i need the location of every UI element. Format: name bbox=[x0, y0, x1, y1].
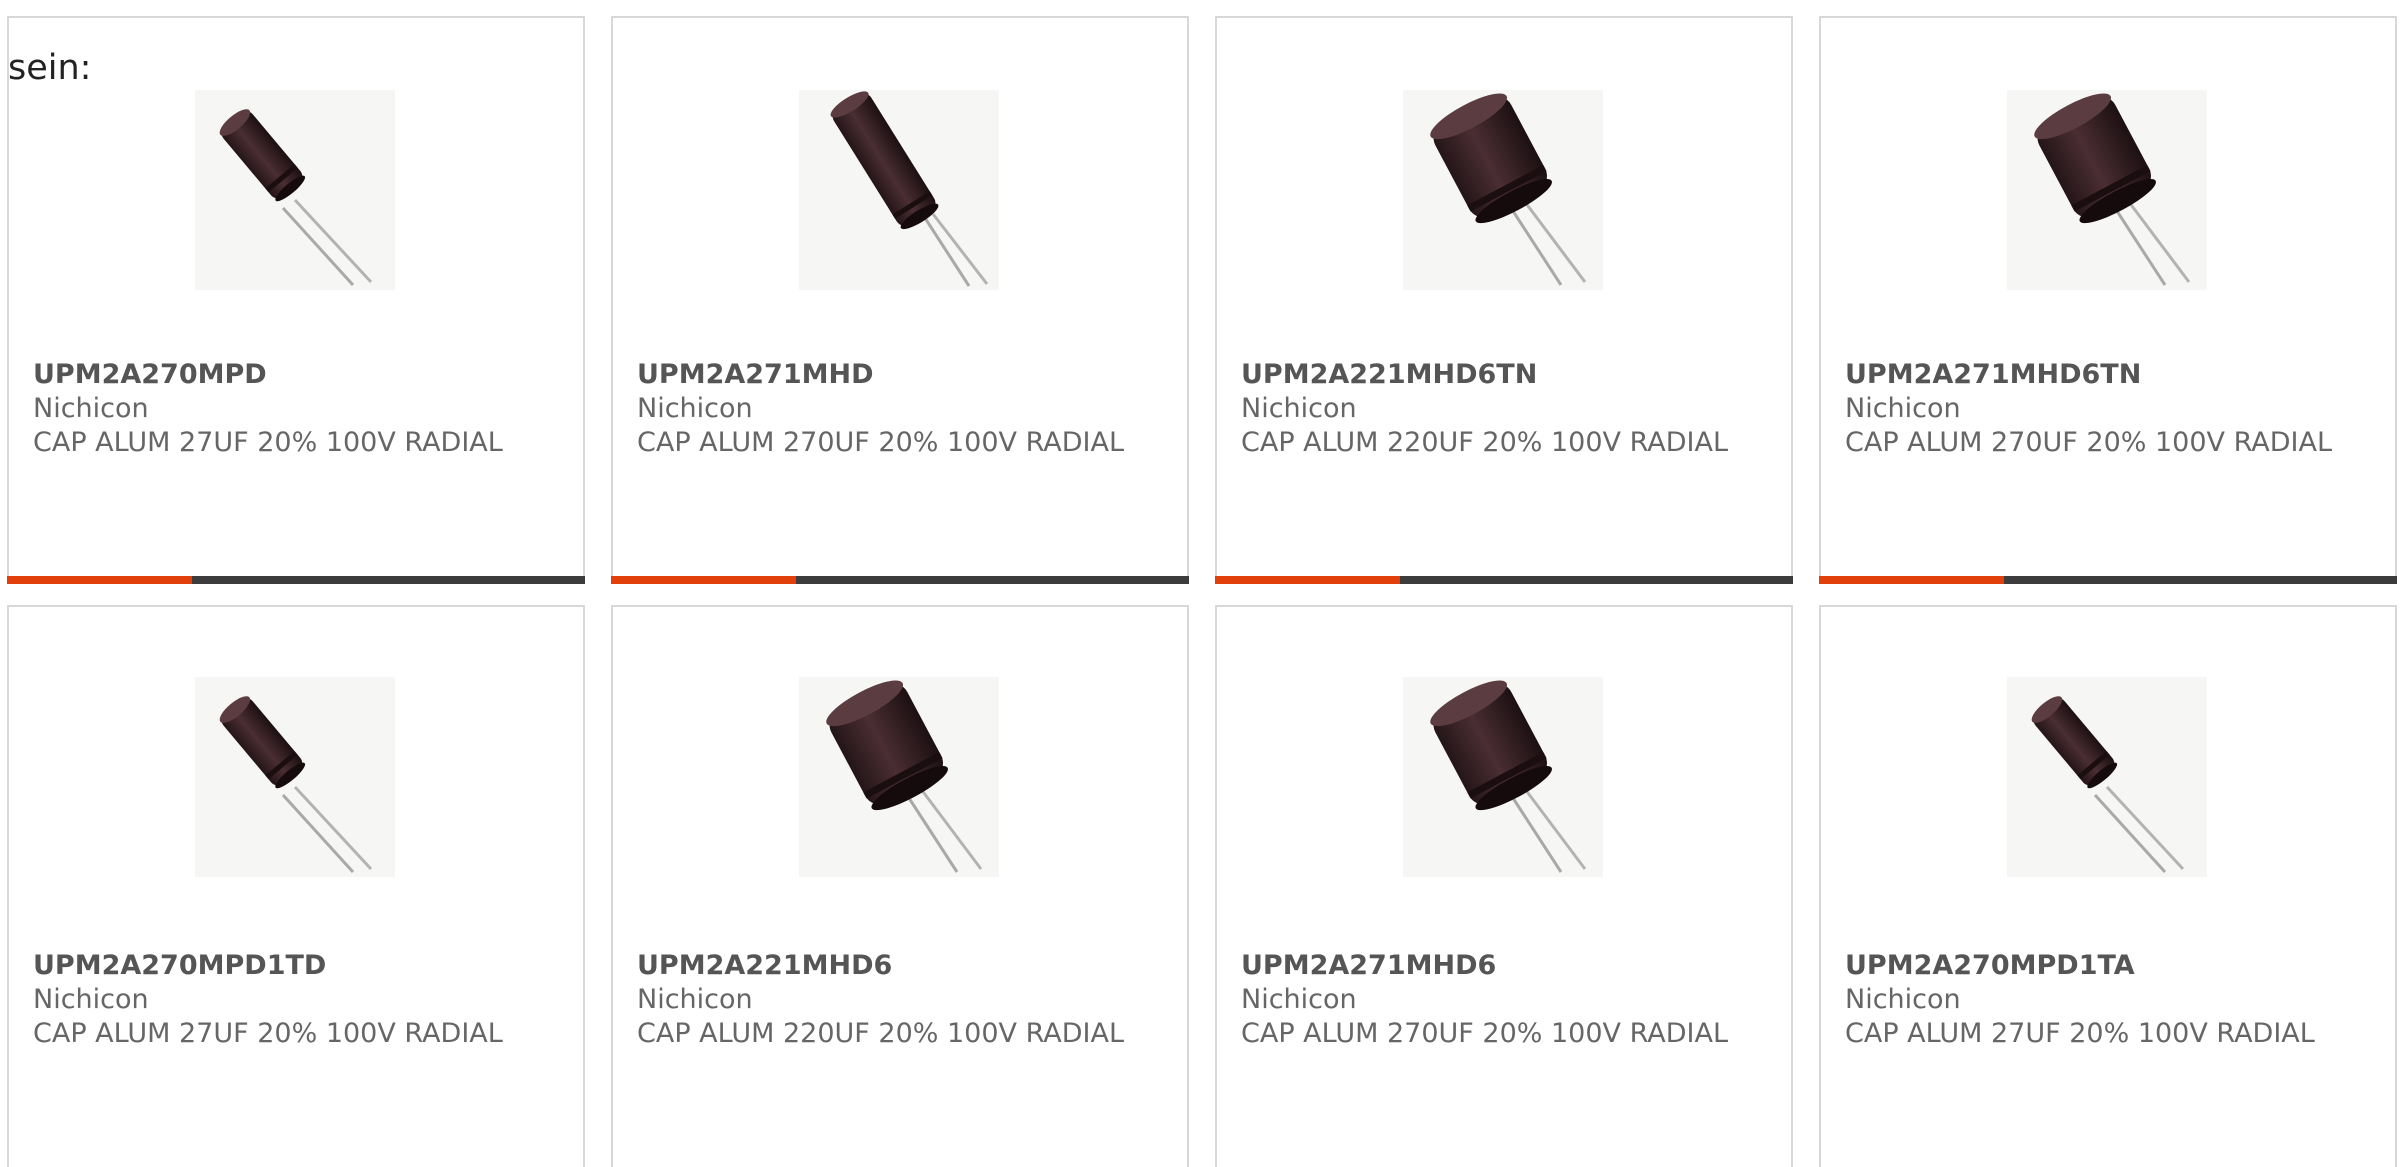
product-info: UPM2A270MPD1TD Nichicon CAP ALUM 27UF 20% … bbox=[33, 949, 563, 1051]
capacitor-image-long bbox=[825, 90, 989, 288]
manufacturer-label: Nichicon bbox=[637, 984, 753, 1015]
product-info: UPM2A271MHD6 Nichicon CAP ALUM 270UF 20% 1… bbox=[1241, 949, 1771, 1051]
product-info: UPM2A270MPD1TA Nichicon CAP ALUM 27UF 20% … bbox=[1845, 949, 2375, 1051]
card-progress-bar bbox=[7, 576, 585, 584]
intro-text: sein: bbox=[8, 48, 92, 88]
product-description: CAP ALUM 27UF 20% 100V RADIAL bbox=[33, 427, 503, 458]
manufacturer-label: Nichicon bbox=[1845, 393, 1961, 424]
manufacturer-label: Nichicon bbox=[1241, 393, 1357, 424]
manufacturer-label: Nichicon bbox=[1845, 984, 1961, 1015]
product-card[interactable]: UPM2A270MPD1TA Nichicon CAP ALUM 27UF 20% … bbox=[1819, 605, 2397, 1167]
manufacturer-label: Nichicon bbox=[1241, 984, 1357, 1015]
card-progress-fill bbox=[7, 576, 192, 584]
product-info: UPM2A221MHD6TN Nichicon CAP ALUM 220UF 20%… bbox=[1241, 358, 1771, 460]
product-card[interactable]: UPM2A270MPD1TD Nichicon CAP ALUM 27UF 20% … bbox=[7, 605, 585, 1167]
product-info: UPM2A271MHD Nichicon CAP ALUM 270UF 20% 10… bbox=[637, 358, 1167, 460]
product-card[interactable]: UPM2A270MPD Nichicon CAP ALUM 27UF 20% 100… bbox=[7, 16, 585, 584]
product-image[interactable] bbox=[1403, 677, 1603, 877]
product-description: CAP ALUM 220UF 20% 100V RADIAL bbox=[1241, 427, 1728, 458]
product-description: CAP ALUM 220UF 20% 100V RADIAL bbox=[637, 1018, 1124, 1049]
manufacturer-label: Nichicon bbox=[33, 984, 149, 1015]
product-card[interactable]: UPM2A271MHD6 Nichicon CAP ALUM 270UF 20% 1… bbox=[1215, 605, 1793, 1167]
capacitor-image-slim bbox=[214, 103, 373, 287]
product-image[interactable] bbox=[1403, 90, 1603, 290]
product-image[interactable] bbox=[2007, 677, 2207, 877]
card-progress-fill bbox=[611, 576, 796, 584]
part-number-link[interactable]: UPM2A270MPD bbox=[33, 358, 563, 392]
card-progress-bar bbox=[1215, 576, 1793, 584]
product-info: UPM2A271MHD6TN Nichicon CAP ALUM 270UF 20%… bbox=[1845, 358, 2375, 460]
part-number-link[interactable]: UPM2A270MPD1TD bbox=[33, 949, 563, 983]
product-image[interactable] bbox=[799, 90, 999, 290]
card-progress-fill bbox=[1215, 576, 1400, 584]
part-number-link[interactable]: UPM2A271MHD bbox=[637, 358, 1167, 392]
capacitor-image-slim bbox=[214, 690, 373, 874]
manufacturer-label: Nichicon bbox=[637, 393, 753, 424]
product-card[interactable]: UPM2A221MHD6TN Nichicon CAP ALUM 220UF 20%… bbox=[1215, 16, 1793, 584]
part-number-link[interactable]: UPM2A271MHD6TN bbox=[1845, 358, 2375, 392]
product-grid-page: sein: UPM2A270MPD Nichicon CAP ALUM 27UF 2… bbox=[0, 0, 2400, 1167]
product-image[interactable] bbox=[195, 677, 395, 877]
capacitor-image-wide bbox=[819, 677, 983, 874]
card-progress-bar bbox=[1819, 576, 2397, 584]
capacitor-image-wide bbox=[1423, 90, 1587, 287]
product-info: UPM2A270MPD Nichicon CAP ALUM 27UF 20% 100… bbox=[33, 358, 563, 460]
product-image[interactable] bbox=[799, 677, 999, 877]
product-card[interactable]: UPM2A271MHD6TN Nichicon CAP ALUM 270UF 20%… bbox=[1819, 16, 2397, 584]
product-description: CAP ALUM 270UF 20% 100V RADIAL bbox=[637, 427, 1124, 458]
product-description: CAP ALUM 270UF 20% 100V RADIAL bbox=[1241, 1018, 1728, 1049]
capacitor-image-wide bbox=[1423, 677, 1587, 874]
product-info: UPM2A221MHD6 Nichicon CAP ALUM 220UF 20% 1… bbox=[637, 949, 1167, 1051]
card-progress-fill bbox=[1819, 576, 2004, 584]
product-card[interactable]: UPM2A271MHD Nichicon CAP ALUM 270UF 20% 10… bbox=[611, 16, 1189, 584]
capacitor-image-slim bbox=[2026, 690, 2185, 874]
part-number-link[interactable]: UPM2A221MHD6TN bbox=[1241, 358, 1771, 392]
part-number-link[interactable]: UPM2A270MPD1TA bbox=[1845, 949, 2375, 983]
capacitor-image-wide bbox=[2027, 90, 2191, 287]
manufacturer-label: Nichicon bbox=[33, 393, 149, 424]
card-progress-bar bbox=[611, 576, 1189, 584]
product-description: CAP ALUM 270UF 20% 100V RADIAL bbox=[1845, 427, 2332, 458]
product-description: CAP ALUM 27UF 20% 100V RADIAL bbox=[33, 1018, 503, 1049]
product-card[interactable]: UPM2A221MHD6 Nichicon CAP ALUM 220UF 20% 1… bbox=[611, 605, 1189, 1167]
product-image[interactable] bbox=[2007, 90, 2207, 290]
product-image[interactable] bbox=[195, 90, 395, 290]
part-number-link[interactable]: UPM2A221MHD6 bbox=[637, 949, 1167, 983]
product-description: CAP ALUM 27UF 20% 100V RADIAL bbox=[1845, 1018, 2315, 1049]
part-number-link[interactable]: UPM2A271MHD6 bbox=[1241, 949, 1771, 983]
